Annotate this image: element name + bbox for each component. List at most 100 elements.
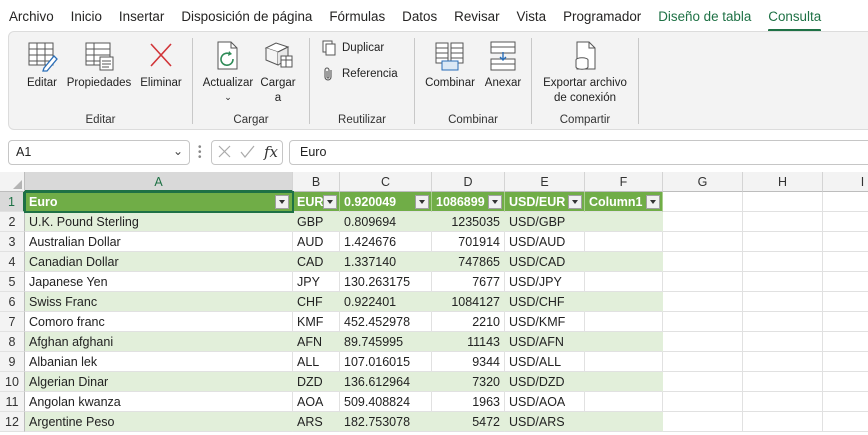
filter-dropdown-icon[interactable] — [275, 195, 289, 209]
actualizar-button[interactable]: Actualizar ⌄ — [200, 40, 256, 102]
cell-inverse[interactable]: 7677 — [432, 272, 505, 292]
menu-diseno-tabla[interactable]: Diseño de tabla — [658, 9, 751, 24]
row-header-8[interactable]: 8 — [0, 332, 25, 352]
cell-rate[interactable]: 0.809694 — [340, 212, 432, 232]
cell-inverse[interactable]: 9344 — [432, 352, 505, 372]
cell-currency-code[interactable]: ARS — [293, 412, 340, 432]
cell-column1[interactable] — [585, 272, 663, 292]
cell-rate[interactable]: 89.745995 — [340, 332, 432, 352]
cell-rate[interactable]: 0.922401 — [340, 292, 432, 312]
cell-rate[interactable]: 182.753078 — [340, 412, 432, 432]
cell-column1[interactable] — [585, 292, 663, 312]
column-header-d[interactable]: D — [432, 172, 505, 192]
cell-column1[interactable] — [585, 412, 663, 432]
chevron-down-icon[interactable]: ⌄ — [173, 144, 183, 158]
cell-rate[interactable]: 107.016015 — [340, 352, 432, 372]
cell-column1[interactable] — [585, 352, 663, 372]
cell-inverse[interactable]: 747865 — [432, 252, 505, 272]
spreadsheet-grid[interactable]: A B C D E F G H I 1 2 3 4 5 6 7 8 9 10 1… — [0, 172, 868, 435]
row-header-4[interactable]: 4 — [0, 252, 25, 272]
cell-rate[interactable]: 452.452978 — [340, 312, 432, 332]
cell-rate[interactable]: 130.263175 — [340, 272, 432, 292]
cell-pair[interactable]: USD/ARS — [505, 412, 585, 432]
cell-inverse[interactable]: 11143 — [432, 332, 505, 352]
cell-column1[interactable] — [585, 332, 663, 352]
referencia-button[interactable]: Referencia — [321, 66, 398, 82]
cell-column1[interactable] — [585, 372, 663, 392]
eliminar-button[interactable]: Eliminar — [136, 40, 186, 91]
empty-cell[interactable] — [823, 332, 868, 352]
row-header-12[interactable]: 12 — [0, 412, 25, 432]
cell-currency-code[interactable]: AOA — [293, 392, 340, 412]
empty-cell[interactable] — [743, 372, 823, 392]
empty-cell[interactable] — [743, 312, 823, 332]
empty-cell[interactable] — [743, 352, 823, 372]
cell-currency-name[interactable]: Canadian Dollar — [25, 252, 293, 272]
empty-cell[interactable] — [743, 392, 823, 412]
empty-cell[interactable] — [663, 392, 743, 412]
cell-currency-name[interactable]: Japanese Yen — [25, 272, 293, 292]
cell-currency-name[interactable]: Albanian lek — [25, 352, 293, 372]
cell-rate[interactable]: 509.408824 — [340, 392, 432, 412]
empty-cell[interactable] — [663, 332, 743, 352]
empty-cell[interactable] — [823, 412, 868, 432]
combinar-button[interactable]: Combinar — [421, 40, 479, 91]
empty-cell[interactable] — [823, 372, 868, 392]
cell-column1[interactable] — [585, 252, 663, 272]
cargar-a-button[interactable]: Cargar a — [259, 40, 297, 106]
menu-revisar[interactable]: Revisar — [454, 9, 499, 24]
menu-consulta[interactable]: Consulta — [768, 9, 821, 32]
cell-pair[interactable]: USD/ALL — [505, 352, 585, 372]
cell-pair[interactable]: USD/GBP — [505, 212, 585, 232]
empty-cell[interactable] — [663, 272, 743, 292]
empty-cell[interactable] — [823, 212, 868, 232]
cell-currency-code[interactable]: AFN — [293, 332, 340, 352]
cell-pair[interactable]: USD/AUD — [505, 232, 585, 252]
empty-cell[interactable] — [663, 192, 743, 212]
empty-cell[interactable] — [743, 252, 823, 272]
table-header-cell[interactable]: EUR — [293, 192, 340, 212]
menu-disposicion[interactable]: Disposición de página — [181, 9, 312, 24]
cell-currency-name[interactable]: Algerian Dinar — [25, 372, 293, 392]
cell-rate[interactable]: 1.337140 — [340, 252, 432, 272]
table-header-cell[interactable]: Euro — [25, 192, 293, 212]
filter-dropdown-icon[interactable] — [646, 195, 660, 209]
menu-insertar[interactable]: Insertar — [119, 9, 164, 24]
table-header-cell[interactable]: 1086899 — [432, 192, 505, 212]
menu-inicio[interactable]: Inicio — [71, 9, 102, 24]
empty-cell[interactable] — [743, 192, 823, 212]
cell-pair[interactable]: USD/AFN — [505, 332, 585, 352]
cell-currency-code[interactable]: KMF — [293, 312, 340, 332]
cell-pair[interactable]: USD/JPY — [505, 272, 585, 292]
cell-inverse[interactable]: 7320 — [432, 372, 505, 392]
cell-currency-code[interactable]: JPY — [293, 272, 340, 292]
cell-column1[interactable] — [585, 232, 663, 252]
formula-input[interactable]: Euro — [289, 140, 868, 165]
cell-pair[interactable]: USD/CAD — [505, 252, 585, 272]
column-header-i[interactable]: I — [823, 172, 868, 192]
cell-currency-name[interactable]: Swiss Franc — [25, 292, 293, 312]
row-header-1[interactable]: 1 — [0, 192, 25, 212]
row-header-2[interactable]: 2 — [0, 212, 25, 232]
menu-formulas[interactable]: Fórmulas — [329, 9, 385, 24]
cancel-icon[interactable] — [218, 145, 231, 158]
table-header-cell[interactable]: Column1 — [585, 192, 663, 212]
column-header-e[interactable]: E — [505, 172, 585, 192]
cell-currency-code[interactable]: CAD — [293, 252, 340, 272]
empty-cell[interactable] — [663, 352, 743, 372]
menu-vista[interactable]: Vista — [517, 9, 547, 24]
empty-cell[interactable] — [663, 412, 743, 432]
empty-cell[interactable] — [663, 252, 743, 272]
row-header-7[interactable]: 7 — [0, 312, 25, 332]
filter-dropdown-icon[interactable] — [488, 195, 502, 209]
cell-currency-code[interactable]: DZD — [293, 372, 340, 392]
empty-cell[interactable] — [823, 312, 868, 332]
table-header-cell[interactable]: 0.920049 — [340, 192, 432, 212]
cell-rate[interactable]: 136.612964 — [340, 372, 432, 392]
menu-programador[interactable]: Programador — [563, 9, 641, 24]
cell-inverse[interactable]: 1963 — [432, 392, 505, 412]
cell-currency-name[interactable]: Comoro franc — [25, 312, 293, 332]
empty-cell[interactable] — [823, 392, 868, 412]
cell-pair[interactable]: USD/AOA — [505, 392, 585, 412]
cell-currency-code[interactable]: AUD — [293, 232, 340, 252]
